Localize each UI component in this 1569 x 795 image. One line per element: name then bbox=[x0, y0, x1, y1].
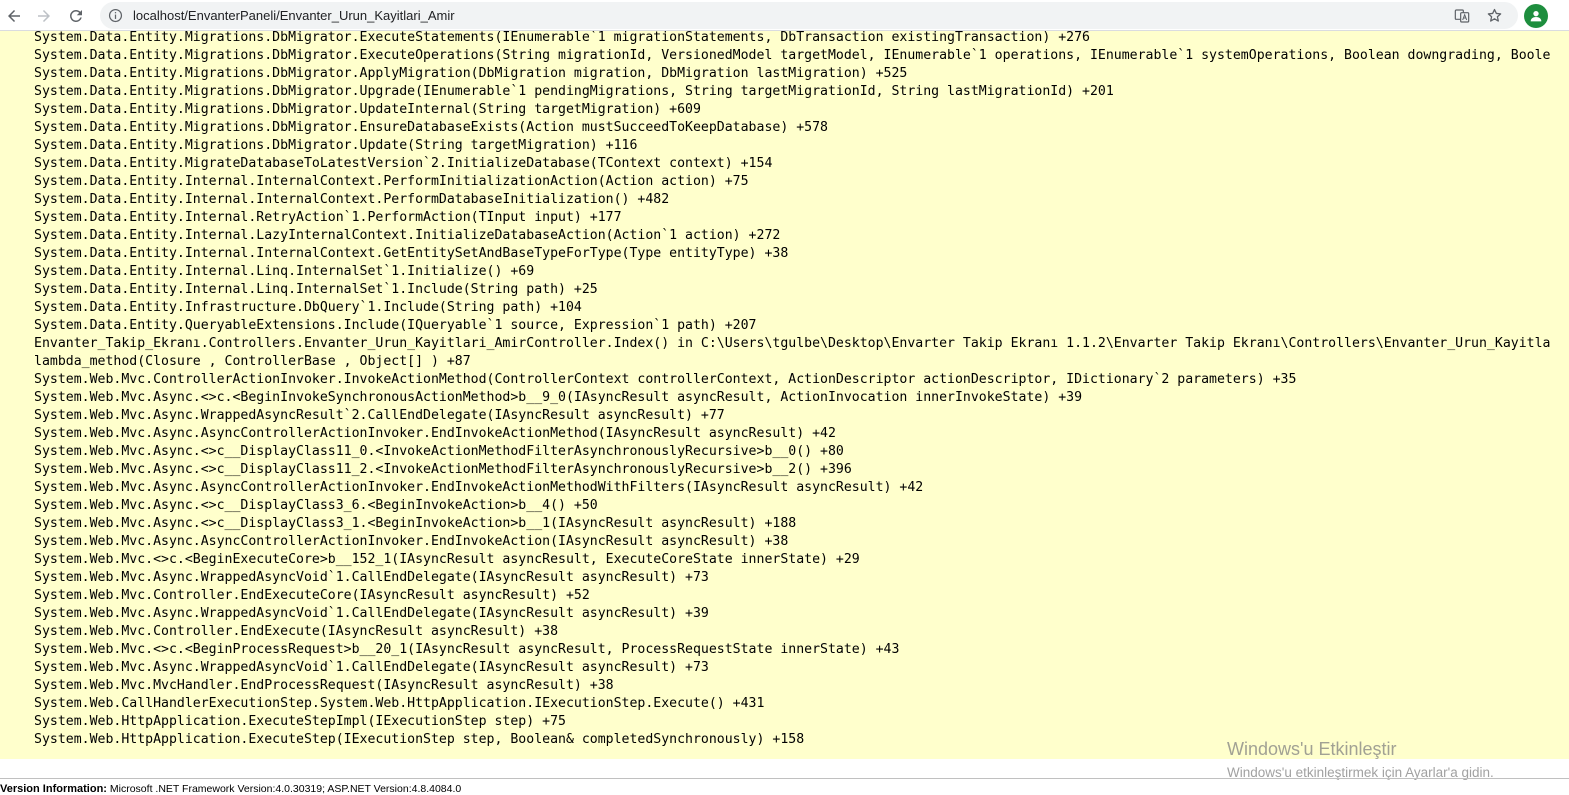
stack-trace-line: System.Web.HttpApplication.ExecuteStepIm… bbox=[34, 714, 566, 729]
stack-trace-line: System.Web.Mvc.Async.WrappedAsyncVoid`1.… bbox=[34, 570, 709, 585]
site-info-icon[interactable] bbox=[108, 8, 123, 23]
address-bar[interactable]: localhost/EnvanterPaneli/Envanter_Urun_K… bbox=[100, 2, 1518, 29]
stack-trace-line: lambda_method(Closure , ControllerBase ,… bbox=[34, 354, 471, 369]
stack-trace-line: System.Web.HttpApplication.ExecuteStep(I… bbox=[34, 732, 805, 747]
stack-trace-line: System.Web.Mvc.ControllerActionInvoker.I… bbox=[34, 372, 1297, 387]
stack-trace: System.Data.Entity.Migrations.DbMigrator… bbox=[0, 31, 1550, 749]
stack-trace-line: System.Data.Entity.Internal.InternalCont… bbox=[34, 174, 749, 189]
stack-trace-line: System.Web.Mvc.Async.AsyncControllerActi… bbox=[34, 480, 924, 495]
stack-trace-line: System.Web.Mvc.Async.AsyncControllerActi… bbox=[34, 426, 836, 441]
stack-trace-line: System.Web.Mvc.Async.<>c.<BeginInvokeSyn… bbox=[34, 390, 1083, 405]
stack-trace-line: System.Web.Mvc.<>c.<BeginExecuteCore>b__… bbox=[34, 552, 860, 567]
stack-trace-line: System.Web.Mvc.Async.WrappedAsyncResult`… bbox=[34, 408, 725, 423]
watermark-subtitle: Windows'u etkinleştirmek için Ayarlar'a … bbox=[1227, 765, 1494, 780]
stack-trace-line: System.Data.Entity.Migrations.DbMigrator… bbox=[34, 84, 1114, 99]
stack-trace-line: System.Web.CallHandlerExecutionStep.Syst… bbox=[34, 696, 765, 711]
stack-trace-line: System.Web.Mvc.Async.WrappedAsyncVoid`1.… bbox=[34, 660, 709, 675]
stack-trace-line: System.Data.Entity.Migrations.DbMigrator… bbox=[34, 102, 701, 117]
stack-trace-line: System.Data.Entity.QueryableExtensions.I… bbox=[34, 318, 757, 333]
stack-trace-line: Envanter_Takip_Ekranı.Controllers.Envant… bbox=[34, 336, 1551, 351]
stack-trace-line: System.Data.Entity.Migrations.DbMigrator… bbox=[34, 48, 1551, 63]
version-label: Version Information: bbox=[0, 783, 107, 795]
stack-trace-line: System.Web.Mvc.Controller.EndExecuteCore… bbox=[34, 588, 590, 603]
forward-icon[interactable] bbox=[32, 4, 56, 28]
browser-toolbar: localhost/EnvanterPaneli/Envanter_Urun_K… bbox=[0, 0, 1569, 31]
stack-trace-line: System.Data.Entity.Infrastructure.DbQuer… bbox=[34, 300, 582, 315]
stack-trace-line: System.Data.Entity.Migrations.DbMigrator… bbox=[34, 66, 908, 81]
stack-trace-box: System.Data.Entity.Migrations.DbMigrator… bbox=[0, 31, 1569, 759]
url-text[interactable]: localhost/EnvanterPaneli/Envanter_Urun_K… bbox=[133, 8, 455, 23]
stack-trace-line: System.Data.Entity.Migrations.DbMigrator… bbox=[34, 31, 1090, 45]
stack-trace-line: System.Data.Entity.Internal.LazyInternal… bbox=[34, 228, 781, 243]
divider bbox=[0, 778, 1569, 779]
reload-icon[interactable] bbox=[64, 4, 88, 28]
stack-trace-line: System.Data.Entity.Internal.RetryAction`… bbox=[34, 210, 622, 225]
version-text: Microsoft .NET Framework Version:4.0.303… bbox=[109, 783, 462, 795]
back-icon[interactable] bbox=[2, 4, 26, 28]
bookmark-star-icon[interactable] bbox=[1486, 7, 1503, 24]
stack-trace-line: System.Web.Mvc.Async.<>c__DisplayClass11… bbox=[34, 444, 844, 459]
stack-trace-line: System.Web.Mvc.Async.WrappedAsyncVoid`1.… bbox=[34, 606, 709, 621]
stack-trace-line: System.Data.Entity.Internal.Linq.Interna… bbox=[34, 264, 535, 279]
stack-trace-line: System.Web.Mvc.Async.<>c__DisplayClass3_… bbox=[34, 498, 598, 513]
stack-trace-line: System.Data.Entity.Migrations.DbMigrator… bbox=[34, 120, 828, 135]
stack-trace-line: System.Data.Entity.Migrations.DbMigrator… bbox=[34, 138, 638, 153]
stack-trace-line: System.Data.Entity.Internal.InternalCont… bbox=[34, 192, 670, 207]
stack-trace-line: System.Web.Mvc.Controller.EndExecute(IAs… bbox=[34, 624, 559, 639]
stack-trace-line: System.Web.Mvc.Async.<>c__DisplayClass11… bbox=[34, 462, 852, 477]
stack-trace-line: System.Web.Mvc.MvcHandler.EndProcessRequ… bbox=[34, 678, 614, 693]
stack-trace-line: System.Data.Entity.Internal.InternalCont… bbox=[34, 246, 789, 261]
stack-trace-line: System.Data.Entity.Internal.Linq.Interna… bbox=[34, 282, 598, 297]
stack-trace-line: System.Web.Mvc.<>c.<BeginProcessRequest>… bbox=[34, 642, 900, 657]
stack-trace-line: System.Web.Mvc.Async.<>c__DisplayClass3_… bbox=[34, 516, 797, 531]
stack-trace-line: System.Web.Mvc.Async.AsyncControllerActi… bbox=[34, 534, 789, 549]
translate-icon[interactable] bbox=[1454, 8, 1470, 24]
version-information: Version Information: Microsoft .NET Fram… bbox=[0, 783, 461, 795]
profile-avatar-icon[interactable] bbox=[1524, 4, 1548, 28]
stack-trace-line: System.Data.Entity.MigrateDatabaseToLate… bbox=[34, 156, 773, 171]
